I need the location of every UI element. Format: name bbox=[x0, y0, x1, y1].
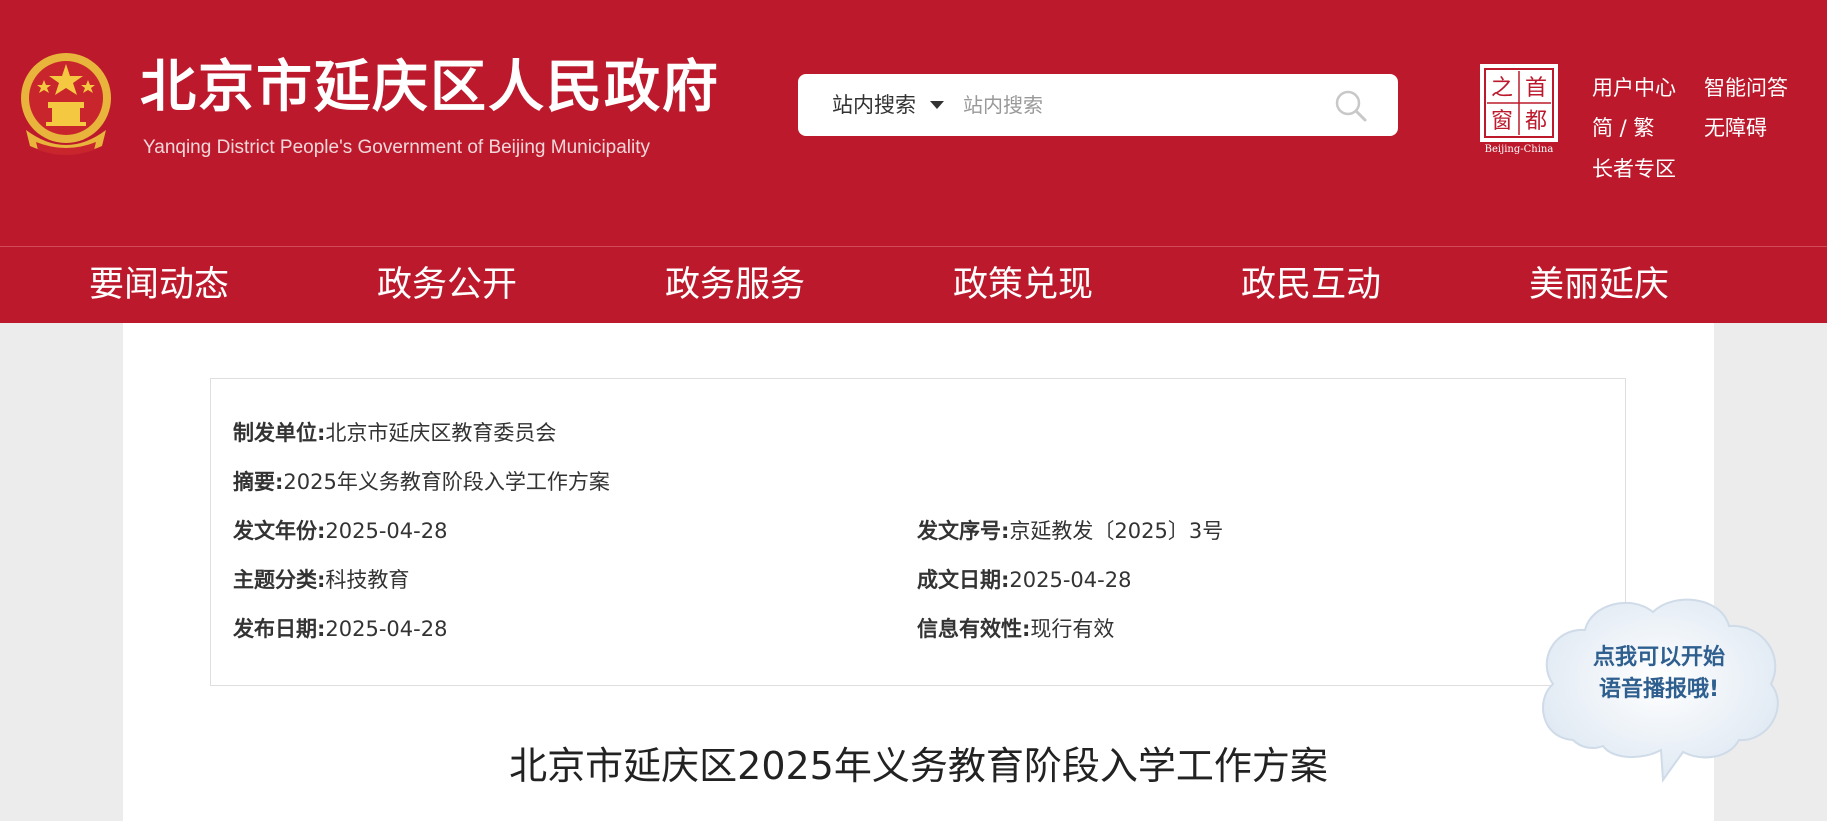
smart-qa-link[interactable]: 智能问答 bbox=[1704, 72, 1788, 102]
svg-text:都: 都 bbox=[1525, 109, 1547, 134]
document-title: 北京市延庆区2025年义务教育阶段入学工作方案 bbox=[509, 744, 1328, 788]
nav-item-services[interactable]: 政务服务 bbox=[665, 247, 805, 324]
meta-topic: 主题分类:科技教育 bbox=[233, 564, 409, 594]
capital-window-logo[interactable]: 首 都 之 窗 Beijing-China bbox=[1478, 62, 1560, 154]
chevron-down-icon[interactable] bbox=[930, 101, 944, 109]
svg-text:Beijing-China: Beijing-China bbox=[1485, 144, 1554, 154]
svg-text:首: 首 bbox=[1525, 76, 1547, 101]
meta-doc-number: 发文序号:京延教发〔2025〕3号 bbox=[917, 515, 1223, 545]
voice-bubble-text: 点我可以开始 语音播报哦! bbox=[1533, 642, 1785, 706]
voice-bubble-line1: 点我可以开始 bbox=[1592, 645, 1725, 670]
nav-item-open-gov[interactable]: 政务公开 bbox=[377, 247, 517, 324]
document-meta-box: 制发单位:北京市延庆区教育委员会 摘要:2025年义务教育阶段入学工作方案 发文… bbox=[210, 378, 1626, 686]
meta-value: 科技教育 bbox=[325, 568, 410, 592]
meta-value: 2025-04-28 bbox=[325, 617, 448, 641]
national-emblem-icon[interactable] bbox=[16, 50, 116, 160]
meta-value: 2025-04-28 bbox=[325, 519, 448, 543]
voice-broadcast-bubble[interactable]: 点我可以开始 语音播报哦! bbox=[1533, 590, 1785, 786]
svg-text:之: 之 bbox=[1491, 76, 1513, 101]
search-input[interactable] bbox=[963, 85, 1323, 125]
accessibility-link[interactable]: 无障碍 bbox=[1704, 112, 1767, 142]
voice-bubble-line2: 语音播报哦! bbox=[1598, 677, 1720, 702]
meta-validity: 信息有效性:现行有效 bbox=[917, 613, 1114, 643]
search-scope-select[interactable]: 站内搜索 bbox=[832, 74, 916, 136]
meta-year: 发文年份:2025-04-28 bbox=[233, 515, 447, 545]
meta-label: 成文日期: bbox=[917, 568, 1010, 592]
meta-value: 2025-04-28 bbox=[1009, 568, 1132, 592]
meta-label: 摘要: bbox=[233, 470, 284, 494]
user-center-link[interactable]: 用户中心 bbox=[1592, 72, 1676, 102]
meta-label: 发文序号: bbox=[917, 519, 1010, 543]
meta-publish-date: 发布日期:2025-04-28 bbox=[233, 613, 447, 643]
search-bar: 站内搜索 bbox=[798, 74, 1398, 136]
meta-value: 北京市延庆区教育委员会 bbox=[325, 421, 557, 445]
site-header: 北京市延庆区人民政府 Yanqing District People's Gov… bbox=[0, 0, 1827, 246]
site-subtitle: Yanqing District People's Government of … bbox=[143, 137, 651, 158]
meta-value: 现行有效 bbox=[1030, 617, 1115, 641]
nav-item-policy[interactable]: 政策兑现 bbox=[953, 247, 1093, 324]
main-nav: 要闻动态 政务公开 政务服务 政策兑现 政民互动 美丽延庆 bbox=[0, 246, 1827, 323]
meta-value: 京延教发〔2025〕3号 bbox=[1009, 519, 1224, 543]
meta-label: 制发单位: bbox=[233, 421, 326, 445]
meta-summary: 摘要:2025年义务教育阶段入学工作方案 bbox=[233, 466, 610, 496]
meta-issuer: 制发单位:北京市延庆区教育委员会 bbox=[233, 417, 556, 447]
site-title: 北京市延庆区人民政府 bbox=[140, 55, 720, 120]
meta-label: 发文年份: bbox=[233, 519, 326, 543]
nav-item-news[interactable]: 要闻动态 bbox=[89, 247, 229, 324]
meta-written-date: 成文日期:2025-04-28 bbox=[917, 564, 1131, 594]
search-icon[interactable] bbox=[1333, 88, 1369, 124]
elderly-zone-link[interactable]: 长者专区 bbox=[1592, 153, 1676, 183]
content-panel: 制发单位:北京市延庆区教育委员会 摘要:2025年义务教育阶段入学工作方案 发文… bbox=[123, 323, 1714, 821]
svg-text:窗: 窗 bbox=[1491, 109, 1513, 134]
nav-item-interaction[interactable]: 政民互动 bbox=[1241, 247, 1381, 324]
meta-label: 主题分类: bbox=[233, 568, 326, 592]
meta-label: 信息有效性: bbox=[917, 617, 1031, 641]
meta-label: 发布日期: bbox=[233, 617, 326, 641]
meta-value: 2025年义务教育阶段入学工作方案 bbox=[283, 470, 610, 494]
nav-item-yanqing[interactable]: 美丽延庆 bbox=[1529, 247, 1669, 324]
language-toggle-link[interactable]: 简 / 繁 bbox=[1592, 112, 1654, 142]
